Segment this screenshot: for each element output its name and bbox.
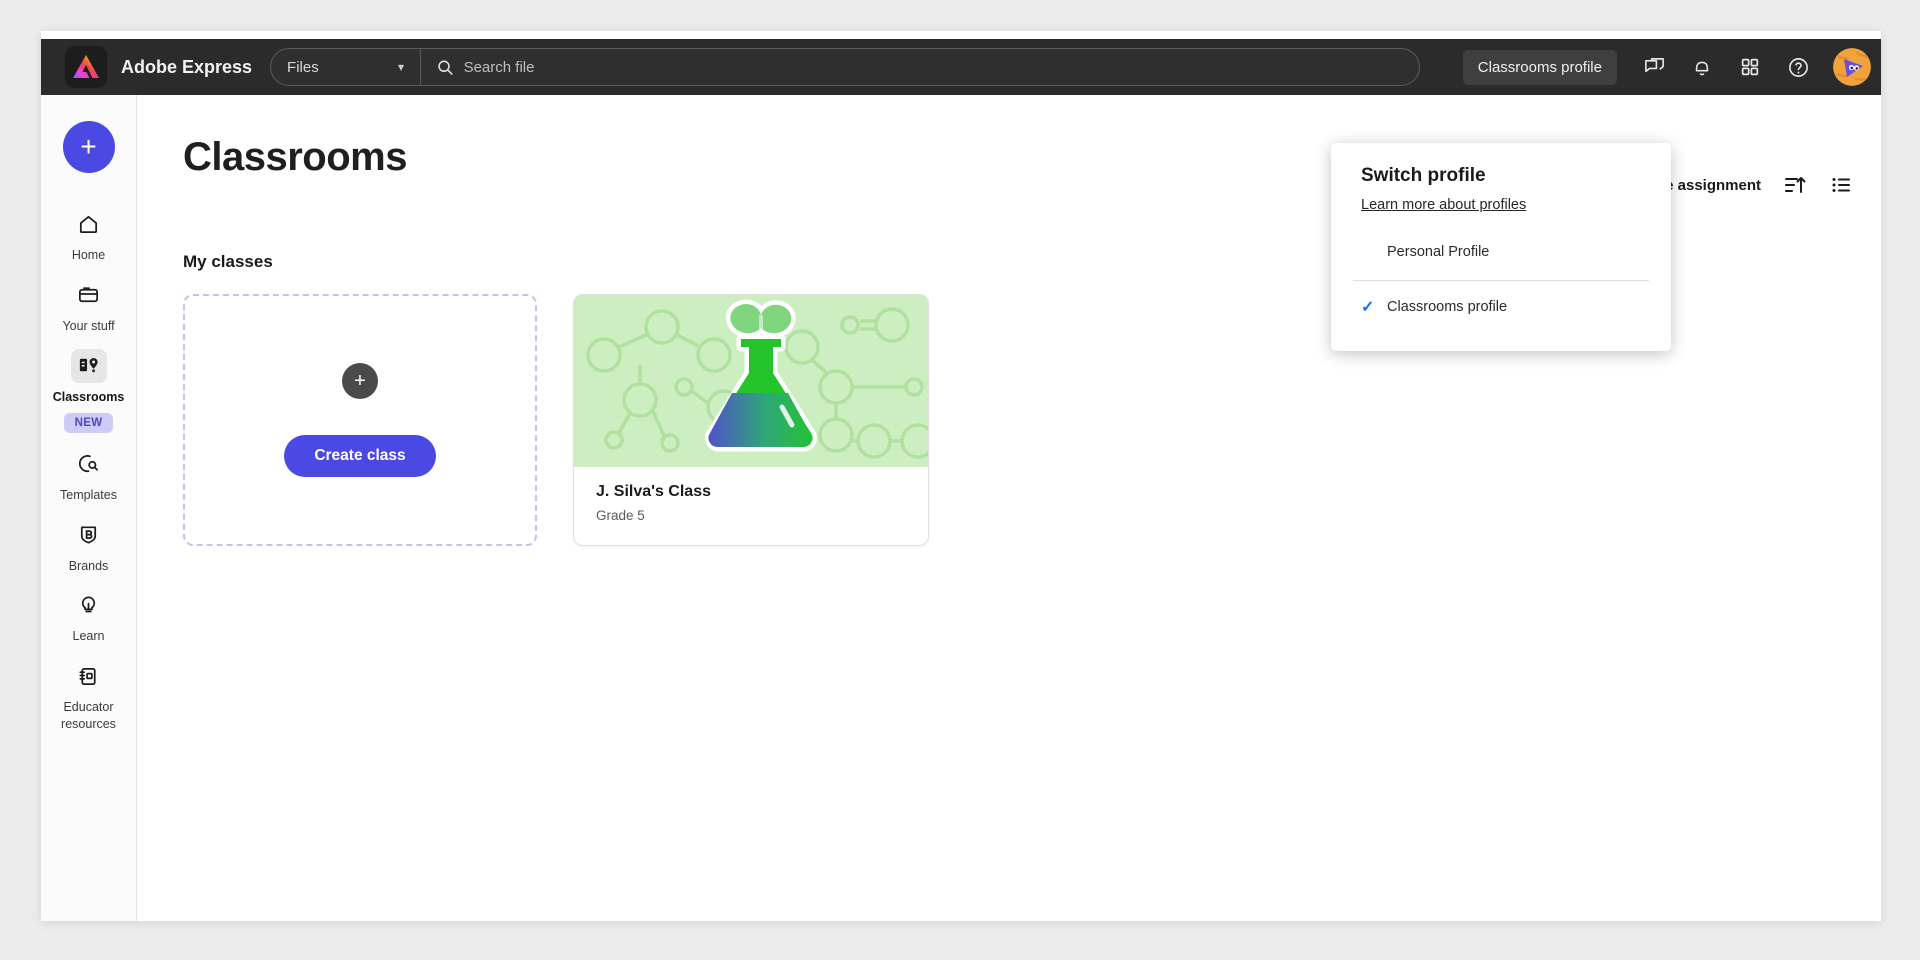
templates-search-icon xyxy=(71,447,107,481)
sidebar-item-label: Classrooms xyxy=(52,389,125,404)
sidebar-item-learn[interactable]: Learn xyxy=(44,574,134,645)
sidebar-item-label: Brands xyxy=(68,558,109,573)
sidebar-item-label: Your stuff xyxy=(62,318,115,333)
brand-shield-icon xyxy=(71,518,107,552)
sidebar-item-your-stuff[interactable]: Your stuff xyxy=(44,264,134,335)
file-type-select[interactable]: Files ▾ xyxy=(271,49,422,85)
sidebar-item-home[interactable]: Home xyxy=(44,193,134,264)
sort-ascending-icon[interactable] xyxy=(1783,173,1807,197)
brand-name: Adobe Express xyxy=(121,56,253,77)
search-input[interactable] xyxy=(463,58,1404,76)
avatar-image xyxy=(1833,48,1871,86)
switch-profile-menu: Switch profile Learn more about profiles… xyxy=(1331,143,1671,351)
class-grade: Grade 5 xyxy=(596,508,645,523)
class-name: J. Silva's Class xyxy=(596,483,711,500)
status-badge: NEW xyxy=(63,412,114,433)
menu-item-personal-profile[interactable]: Personal Profile xyxy=(1331,230,1671,274)
folder-icon xyxy=(71,278,107,312)
apps-grid-icon[interactable] xyxy=(1729,46,1771,88)
avatar[interactable] xyxy=(1833,48,1871,86)
adobe-express-logo-icon[interactable] xyxy=(65,46,107,88)
sidebar-item-label: Learn xyxy=(72,629,105,644)
app-window: Adobe Express Files ▾ Classrooms profile xyxy=(41,31,1881,921)
class-thumbnail xyxy=(574,295,928,467)
menu-item-label: Personal Profile xyxy=(1387,244,1490,260)
sidebar-item-classrooms[interactable]: Classrooms NEW xyxy=(44,335,134,433)
profile-switch-button[interactable]: Classrooms profile xyxy=(1462,49,1617,85)
help-circle-icon[interactable] xyxy=(1777,46,1819,88)
top-header-bar: Adobe Express Files ▾ Classrooms profile xyxy=(41,39,1881,95)
notebook-icon xyxy=(71,659,107,693)
learn-more-link[interactable]: Learn more about profiles xyxy=(1331,197,1556,213)
check-icon: ✓ xyxy=(1361,299,1375,316)
menu-title: Switch profile xyxy=(1361,165,1486,186)
menu-item-classrooms-profile[interactable]: ✓ Classrooms profile xyxy=(1331,285,1671,329)
create-new-button[interactable]: + xyxy=(62,121,115,173)
menu-divider xyxy=(1353,280,1649,281)
chevron-down-icon: ▾ xyxy=(398,60,405,74)
chat-icon[interactable] xyxy=(1633,46,1675,88)
lightbulb-icon xyxy=(71,588,107,622)
bell-icon[interactable] xyxy=(1681,46,1723,88)
adobe-a-glyph xyxy=(73,55,99,78)
sidebar-item-label: Home xyxy=(71,248,106,262)
classrooms-icon xyxy=(70,348,107,383)
search-bar: Files ▾ xyxy=(270,48,1421,86)
left-sidebar: + Home Your stuff Classrooms NEW Templat… xyxy=(41,95,137,921)
sidebar-item-label: Templates xyxy=(60,487,117,502)
plus-icon: + xyxy=(80,131,97,162)
create-class-card[interactable]: + Create class xyxy=(183,294,537,546)
list-view-icon[interactable] xyxy=(1829,173,1853,197)
class-card-meta: J. Silva's Class Grade 5 xyxy=(574,467,928,523)
menu-item-label: Classrooms profile xyxy=(1387,299,1508,315)
sidebar-item-brands[interactable]: Brands xyxy=(44,504,134,575)
search-field-wrap xyxy=(421,49,1419,85)
file-type-value: Files xyxy=(287,58,319,76)
create-class-button[interactable]: Create class xyxy=(284,435,436,477)
header-actions: Classrooms profile xyxy=(1462,46,1881,88)
class-card[interactable]: J. Silva's Class Grade 5 xyxy=(573,294,929,546)
sidebar-item-label: Educator resources xyxy=(61,700,116,732)
sidebar-item-educator-resources[interactable]: Educator resources xyxy=(44,645,134,733)
home-icon xyxy=(71,207,107,241)
sidebar-item-templates[interactable]: Templates xyxy=(44,433,134,504)
science-flask-illustration xyxy=(574,295,928,467)
plus-icon: + xyxy=(342,363,378,399)
search-icon xyxy=(438,60,453,75)
